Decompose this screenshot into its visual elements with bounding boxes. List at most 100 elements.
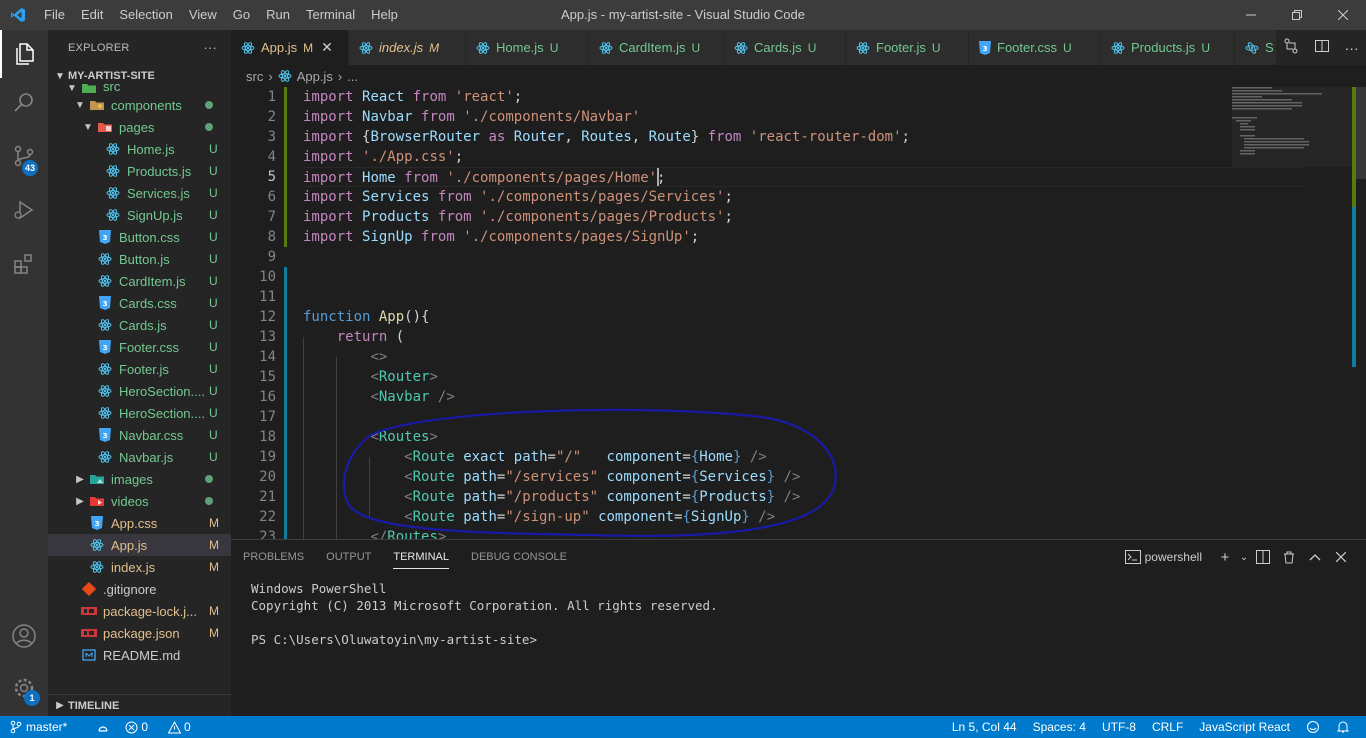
line-ending[interactable]: CRLF: [1152, 720, 1183, 734]
breadcrumb-folder[interactable]: src: [246, 69, 263, 84]
file-home-js[interactable]: Home.js U: [48, 138, 231, 160]
split-terminal-icon[interactable]: [1250, 550, 1276, 564]
menu-edit[interactable]: Edit: [73, 0, 111, 30]
tab-problems[interactable]: PROBLEMS: [243, 540, 304, 574]
indentation[interactable]: Spaces: 4: [1033, 720, 1086, 734]
manage-gear-icon[interactable]: 1: [0, 664, 48, 712]
accounts-icon[interactable]: [0, 612, 48, 660]
file-footer-css[interactable]: 3 Footer.css U: [48, 336, 231, 358]
folder-videos[interactable]: ▶ videos: [48, 490, 231, 512]
tab-debug-console[interactable]: DEBUG CONSOLE: [471, 540, 567, 574]
open-changes-icon[interactable]: [1283, 38, 1299, 57]
file-signup-js[interactable]: SignUp.js U: [48, 204, 231, 226]
close-window-button[interactable]: [1320, 0, 1366, 30]
tab-carditem-js[interactable]: CardItem.js U: [589, 30, 724, 65]
tab-app-js[interactable]: App.js M ✕: [231, 30, 349, 65]
file-button-css[interactable]: 3 Button.css U: [48, 226, 231, 248]
new-terminal-icon[interactable]: +: [1212, 549, 1238, 566]
breadcrumb-symbol[interactable]: ...: [347, 69, 358, 84]
source-control-icon[interactable]: 43: [0, 132, 48, 180]
close-icon[interactable]: ✕: [321, 39, 333, 56]
file-readme-md[interactable]: README.md: [48, 644, 231, 666]
language-mode[interactable]: JavaScript React: [1199, 720, 1290, 734]
folder-src[interactable]: ▼ src: [48, 82, 231, 94]
search-icon[interactable]: [0, 78, 48, 126]
branch-indicator[interactable]: master*: [10, 720, 81, 734]
more-actions-icon[interactable]: ···: [1345, 40, 1359, 56]
code-editor[interactable]: 1 2 3 4 5 6 7 8 9 10 11 12 13 14 15 16 17 18 19 20 21 22 23 im…: [231, 87, 1366, 539]
menu-run[interactable]: Run: [258, 0, 298, 30]
file-app-js[interactable]: App.js M: [48, 534, 231, 556]
code-line[interactable]: return (: [303, 327, 1303, 347]
file-footer-js[interactable]: Footer.js U: [48, 358, 231, 380]
menu-go[interactable]: Go: [225, 0, 258, 30]
maximize-panel-icon[interactable]: [1302, 553, 1328, 561]
file-herosection-css[interactable]: HeroSection.... U: [48, 380, 231, 402]
tab-index-js[interactable]: index.js M: [349, 30, 466, 65]
file-navbar-js[interactable]: Navbar.js U: [48, 446, 231, 468]
tab-home-js[interactable]: Home.js U: [466, 30, 589, 65]
file-button-js[interactable]: Button.js U: [48, 248, 231, 270]
tab-footer-css[interactable]: 3 Footer.css U: [969, 30, 1101, 65]
tab-cards-js[interactable]: Cards.js U: [724, 30, 846, 65]
file-herosection-js[interactable]: HeroSection.... U: [48, 402, 231, 424]
code-line[interactable]: import Services from './components/pages…: [303, 187, 1303, 207]
file-products-js[interactable]: Products.js U: [48, 160, 231, 182]
timeline-section[interactable]: ▶ TIMELINE: [48, 694, 231, 716]
code-line[interactable]: import {BrowserRouter as Router, Routes,…: [303, 127, 1303, 147]
code-line[interactable]: import SignUp from './components/pages/S…: [303, 227, 1303, 247]
cursor-position[interactable]: Ln 5, Col 44: [952, 720, 1017, 734]
more-actions-icon[interactable]: ···: [203, 40, 217, 55]
file-navbar-css[interactable]: 3 Navbar.css U: [48, 424, 231, 446]
explorer-icon[interactable]: [0, 30, 48, 78]
notifications-bell-icon[interactable]: [1336, 720, 1350, 734]
terminal-output[interactable]: Windows PowerShell Copyright (C) 2013 Mi…: [231, 574, 1366, 648]
code-line[interactable]: import './App.css';: [303, 147, 1303, 167]
restore-button[interactable]: [1274, 0, 1320, 30]
tab-products-js[interactable]: Products.js U: [1101, 30, 1235, 65]
code-line[interactable]: [303, 267, 1303, 287]
code-line[interactable]: <Navbar />: [303, 387, 1303, 407]
tab-output[interactable]: OUTPUT: [326, 540, 371, 574]
tab-terminal[interactable]: TERMINAL: [393, 540, 449, 574]
split-editor-icon[interactable]: [1314, 38, 1330, 57]
file-cards-css[interactable]: 3 Cards.css U: [48, 292, 231, 314]
code-line[interactable]: <>: [303, 347, 1303, 367]
menu-selection[interactable]: Selection: [111, 0, 180, 30]
kill-terminal-icon[interactable]: [1276, 550, 1302, 564]
close-panel-icon[interactable]: [1328, 552, 1354, 562]
chevron-down-icon[interactable]: ⌄: [1238, 552, 1250, 563]
file-carditem-js[interactable]: CardItem.js U: [48, 270, 231, 292]
run-debug-icon[interactable]: [0, 186, 48, 234]
problems-indicator[interactable]: 0 0: [125, 720, 204, 734]
minimize-button[interactable]: [1228, 0, 1274, 30]
folder-pages[interactable]: ▼ pages: [48, 116, 231, 138]
file-package-json[interactable]: package.json M: [48, 622, 231, 644]
code-line[interactable]: import Navbar from './components/Navbar': [303, 107, 1303, 127]
folder-images[interactable]: ▶ images: [48, 468, 231, 490]
file-app-css[interactable]: 3 App.css M: [48, 512, 231, 534]
file-cards-js[interactable]: Cards.js U: [48, 314, 231, 336]
menu-view[interactable]: View: [181, 0, 225, 30]
encoding[interactable]: UTF-8: [1102, 720, 1136, 734]
sync-icon[interactable]: [95, 721, 111, 733]
code-line[interactable]: [303, 287, 1303, 307]
code-line[interactable]: import Home from './components/pages/Hom…: [303, 167, 1303, 187]
feedback-icon[interactable]: [1306, 720, 1320, 734]
menu-terminal[interactable]: Terminal: [298, 0, 363, 30]
minimap[interactable]: [1232, 87, 1352, 167]
terminal-selector[interactable]: powershell: [1124, 550, 1202, 564]
menu-file[interactable]: File: [36, 0, 73, 30]
code-line[interactable]: <Router>: [303, 367, 1303, 387]
code-line[interactable]: import React from 'react';: [303, 87, 1303, 107]
menu-help[interactable]: Help: [363, 0, 406, 30]
code-line[interactable]: import Products from './components/pages…: [303, 207, 1303, 227]
code-line[interactable]: [303, 247, 1303, 267]
tab-footer-js[interactable]: Footer.js U: [846, 30, 969, 65]
file-package-lock-json[interactable]: package-lock.j... M: [48, 600, 231, 622]
breadcrumb-file[interactable]: App.js: [297, 69, 333, 84]
folder-components[interactable]: ▼ components: [48, 94, 231, 116]
vertical-scrollbar[interactable]: [1352, 87, 1366, 539]
code-line[interactable]: function App(){: [303, 307, 1303, 327]
file-index-js[interactable]: index.js M: [48, 556, 231, 578]
